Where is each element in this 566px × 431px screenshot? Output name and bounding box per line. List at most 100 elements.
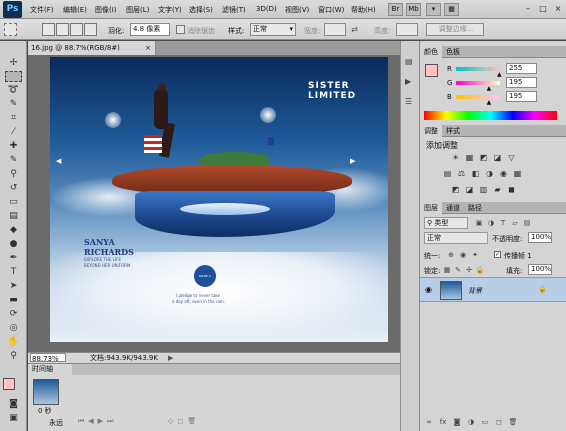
blur-tool-icon[interactable]: ◆: [5, 225, 22, 236]
screen-mode-icon[interactable]: ▣: [5, 413, 22, 424]
propagate-checkbox[interactable]: ✓: [494, 251, 501, 258]
frame-actions-icon[interactable]: ◇◻🗑: [168, 417, 200, 425]
menu-type[interactable]: 文字(Y): [158, 5, 182, 15]
delete-layer-icon[interactable]: 🗑: [508, 417, 518, 427]
tab-layers[interactable]: 图层: [420, 202, 442, 214]
brush-tool-icon[interactable]: ✎: [5, 155, 22, 166]
new-layer-icon[interactable]: ◻: [494, 417, 504, 427]
tool-presets-icon[interactable]: ☰: [405, 97, 412, 106]
brightness-icon[interactable]: ☀: [450, 153, 461, 163]
selective-color-icon[interactable]: ◼: [506, 185, 517, 195]
new-selection-icon[interactable]: [42, 23, 55, 36]
add-selection-icon[interactable]: [56, 23, 69, 36]
quick-select-tool-icon[interactable]: ✎: [5, 99, 22, 110]
green-value[interactable]: 195: [506, 77, 537, 88]
tab-paths[interactable]: 路径: [464, 202, 486, 214]
frame-thumbnail[interactable]: [33, 379, 59, 405]
minibridge-button[interactable]: Mb: [406, 3, 421, 16]
document-tab[interactable]: 16.jpg @ 88.7%(RGB/8#) ×: [28, 41, 156, 55]
3d-camera-tool-icon[interactable]: ◎: [5, 323, 22, 334]
color-lookup-icon[interactable]: ▦: [512, 169, 523, 179]
photo-filter-icon[interactable]: ◑: [484, 169, 495, 179]
move-tool-icon[interactable]: ✢: [5, 58, 22, 69]
path-select-tool-icon[interactable]: ➤: [5, 281, 22, 292]
filter-smart-icon[interactable]: ▤: [522, 218, 532, 228]
menu-edit[interactable]: 编辑(E): [63, 5, 87, 15]
eyedropper-tool-icon[interactable]: ⁄: [5, 127, 22, 138]
menu-view[interactable]: 视图(V): [285, 5, 309, 15]
unify-position-icon[interactable]: ⊕: [446, 250, 456, 260]
lock-pixels-icon[interactable]: ▦: [442, 265, 452, 275]
opacity-input[interactable]: 100%: [528, 232, 552, 243]
new-group-icon[interactable]: ▭: [480, 417, 490, 427]
menu-window[interactable]: 窗口(W): [318, 5, 344, 15]
unify-visibility-icon[interactable]: ◉: [458, 250, 468, 260]
status-arrow-icon[interactable]: ▶: [168, 353, 173, 363]
zoom-level-button[interactable]: ▾: [426, 3, 441, 16]
layer-filter-select[interactable]: ⚲ 类型: [424, 217, 468, 229]
loop-select[interactable]: 永远: [49, 418, 63, 428]
style-select[interactable]: 正常 ▾: [250, 23, 296, 36]
antialias-checkbox[interactable]: [176, 25, 185, 34]
new-adjustment-icon[interactable]: ◑: [466, 417, 476, 427]
eraser-tool-icon[interactable]: ▭: [5, 197, 22, 208]
playback-controls-icon[interactable]: ⏮◀▶⏭: [78, 417, 117, 426]
green-slider-thumb[interactable]: ▲: [487, 85, 492, 92]
tab-adjustments[interactable]: 调整: [420, 125, 442, 137]
intersect-selection-icon[interactable]: [84, 23, 97, 36]
history-icon[interactable]: ▤: [405, 57, 413, 66]
rect-marquee-tool-icon[interactable]: [5, 71, 22, 82]
marquee-tool-icon[interactable]: [4, 23, 17, 36]
close-button[interactable]: ×: [551, 3, 565, 15]
fill-input[interactable]: 100%: [528, 264, 552, 275]
link-layers-icon[interactable]: ∞: [424, 417, 434, 427]
menu-filter[interactable]: 滤镜(T): [222, 5, 246, 15]
hue-saturation-icon[interactable]: ▤: [442, 169, 453, 179]
quick-mask-icon[interactable]: ◙: [5, 399, 22, 410]
hand-tool-icon[interactable]: ✋: [5, 337, 22, 348]
levels-icon[interactable]: ▦: [464, 153, 475, 163]
fg-color-swatch[interactable]: [425, 64, 438, 77]
lock-paint-icon[interactable]: ✎: [453, 265, 463, 275]
blue-slider-thumb[interactable]: ▲: [487, 99, 492, 106]
blue-slider[interactable]: [456, 95, 500, 99]
subtract-selection-icon[interactable]: [70, 23, 83, 36]
layer-row[interactable]: ◉ 背景 🔒: [420, 277, 566, 302]
clone-stamp-tool-icon[interactable]: ⚲: [5, 169, 22, 180]
healing-brush-tool-icon[interactable]: ✚: [5, 141, 22, 152]
zoom-field[interactable]: 88.73%: [30, 353, 66, 363]
artwork-image[interactable]: SISTER LIMITED SANYA RICHARDS EXPLORE TH…: [50, 57, 388, 342]
vibrance-icon[interactable]: ▽: [506, 153, 517, 163]
color-balance-icon[interactable]: ⚖: [456, 169, 467, 179]
feather-input[interactable]: 4.8 像素: [130, 23, 170, 36]
maximize-button[interactable]: □: [536, 3, 550, 15]
crop-tool-icon[interactable]: ⌗: [5, 113, 22, 124]
filter-shape-icon[interactable]: ▱: [510, 218, 520, 228]
color-spectrum-bar[interactable]: [424, 111, 557, 120]
eye-icon[interactable]: ◉: [425, 285, 432, 294]
frame-duration[interactable]: 0 秒: [38, 406, 52, 416]
green-slider[interactable]: [456, 81, 500, 85]
filter-type-icon[interactable]: T: [498, 218, 508, 228]
tab-styles[interactable]: 样式: [442, 125, 464, 137]
layer-mask-icon[interactable]: ◙: [452, 417, 462, 427]
curves-icon[interactable]: ◩: [478, 153, 489, 163]
black-white-icon[interactable]: ◧: [470, 169, 481, 179]
menu-file[interactable]: 文件(F): [30, 5, 54, 15]
gradient-map-icon[interactable]: ▰: [492, 185, 503, 195]
menu-layer[interactable]: 图层(L): [126, 5, 149, 15]
height-input[interactable]: [396, 23, 418, 36]
lasso-tool-icon[interactable]: ➰: [5, 85, 22, 96]
menu-image[interactable]: 图像(I): [95, 5, 117, 15]
history-brush-tool-icon[interactable]: ↺: [5, 183, 22, 194]
lock-all-icon[interactable]: 🔒: [475, 265, 485, 275]
red-slider[interactable]: [456, 67, 500, 71]
minimize-button[interactable]: –: [521, 3, 535, 15]
unify-style-icon[interactable]: ✦: [470, 250, 480, 260]
blend-mode-select[interactable]: 正常: [424, 232, 488, 244]
gradient-tool-icon[interactable]: ▤: [5, 211, 22, 222]
timeline-tab[interactable]: 时间轴: [28, 364, 72, 375]
menu-select[interactable]: 选择(S): [189, 5, 213, 15]
type-tool-icon[interactable]: T: [5, 267, 22, 278]
invert-icon[interactable]: ◩: [450, 185, 461, 195]
